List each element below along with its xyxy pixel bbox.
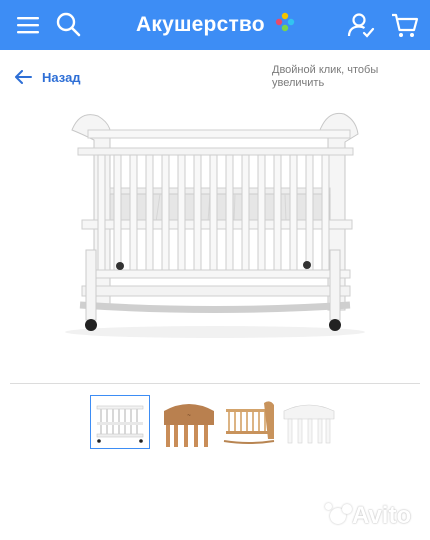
zoom-hint: Двойной клик, чтобы увеличить	[272, 64, 379, 89]
navigation-row: Назад Двойной клик, чтобы увеличить	[0, 50, 430, 100]
arrow-left-icon	[15, 70, 32, 84]
avito-logo-dot-medium	[342, 504, 352, 514]
cart-icon[interactable]	[390, 10, 420, 40]
thumbnail-natural-crib-headboard[interactable]: ~	[160, 395, 220, 449]
main-product-image[interactable]	[10, 100, 420, 345]
thumbnail-white-crib-headboard[interactable]	[280, 395, 340, 449]
site-logo[interactable]: Акушерство	[136, 13, 265, 37]
back-button-label: Назад	[42, 69, 81, 85]
back-button[interactable]: Назад	[14, 66, 81, 88]
divider	[10, 383, 420, 384]
search-icon[interactable]	[54, 10, 84, 40]
thumbnail-white-crib[interactable]	[90, 395, 150, 449]
avito-logo-dot-small	[325, 503, 332, 510]
thumbnail-natural-crib-rocker[interactable]	[220, 395, 280, 449]
svg-text:~: ~	[187, 413, 191, 419]
user-check-icon[interactable]	[346, 10, 376, 40]
logo-dots-icon	[274, 11, 296, 33]
hamburger-menu-icon[interactable]	[14, 10, 44, 40]
header-bar: Акушерство	[0, 0, 430, 50]
avito-watermark-text: Avito	[352, 502, 412, 529]
